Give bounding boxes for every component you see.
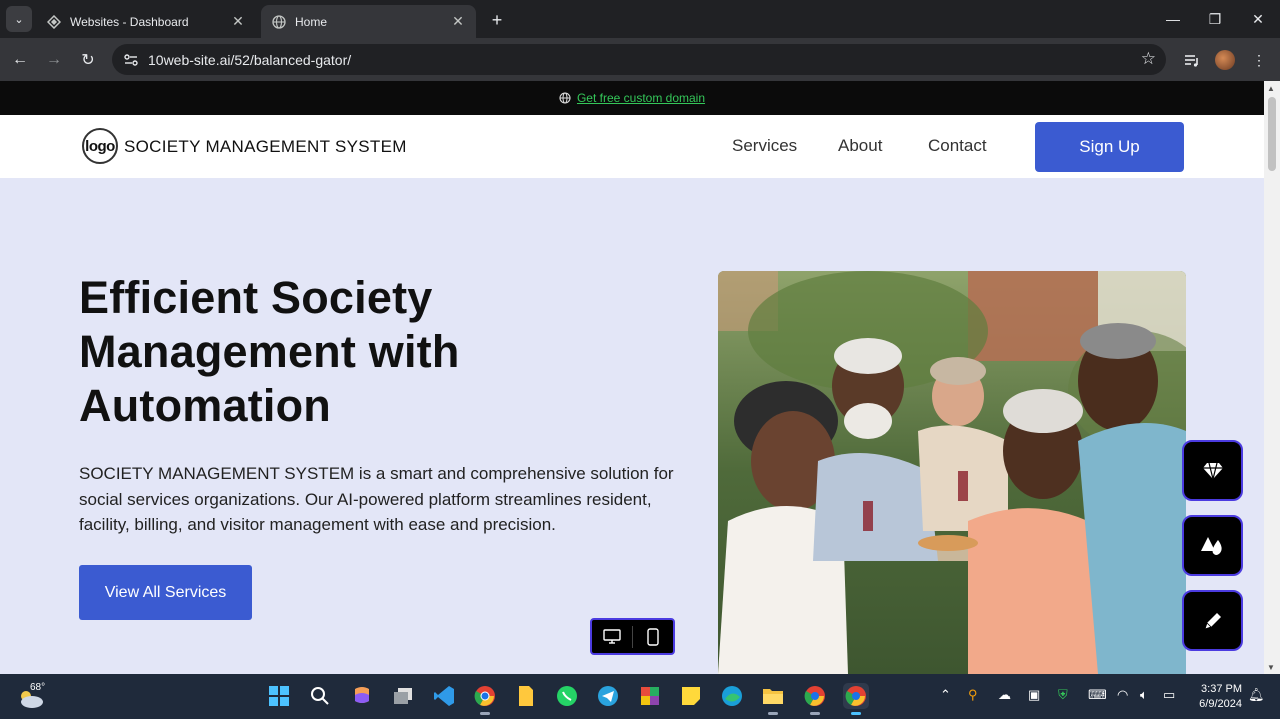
tab-home[interactable]: Home ✕ <box>261 5 476 38</box>
page-scrollbar[interactable]: ▲ ▼ <box>1264 81 1280 674</box>
minimize-icon[interactable]: — <box>1162 8 1184 30</box>
kebab-menu-icon[interactable]: ⋮ <box>1247 48 1271 72</box>
site-logo[interactable]: logo <box>82 128 118 164</box>
onedrive-cloud-icon[interactable]: ☁ <box>998 687 1011 703</box>
browser-tab-bar: ⌄ Websites - Dashboard ✕ Home ✕ + — ❐ ✕ <box>0 0 1280 38</box>
sign-up-button[interactable]: Sign Up <box>1035 122 1184 172</box>
search-tray-icon[interactable]: ⚲ <box>968 687 978 703</box>
battery-icon[interactable]: ▭ <box>1163 687 1175 703</box>
chrome-profile-icon[interactable] <box>802 683 828 715</box>
hero-title: Efficient Society Management with Automa… <box>79 272 460 431</box>
security-shield-icon[interactable]: ⛨ <box>1058 687 1068 703</box>
search-icon[interactable] <box>307 683 333 709</box>
system-clock[interactable]: 3:37 PM 6/9/2024 <box>1192 682 1242 712</box>
custom-domain-banner: Get free custom domain <box>0 81 1264 115</box>
hero-description: SOCIETY MANAGEMENT SYSTEM is a smart and… <box>79 464 674 534</box>
files-icon[interactable] <box>513 683 539 709</box>
bookmark-star-icon[interactable]: ☆ <box>1141 49 1156 69</box>
close-tab-icon[interactable]: ✕ <box>230 13 246 30</box>
whatsapp-icon[interactable] <box>554 683 580 709</box>
app-icon[interactable] <box>637 683 663 709</box>
hero-photo <box>718 271 1186 674</box>
url-text: 10web-site.ai/52/balanced-gator/ <box>148 51 352 68</box>
view-all-services-button[interactable]: View All Services <box>79 565 252 620</box>
diamond-icon[interactable] <box>1182 440 1243 501</box>
keyboard-icon[interactable]: ⌨ <box>1088 687 1107 703</box>
clock-date: 6/9/2024 <box>1199 698 1242 710</box>
task-view-icon[interactable] <box>390 683 416 709</box>
photos-tray-icon[interactable]: ▣ <box>1028 687 1040 703</box>
profile-avatar[interactable] <box>1213 48 1237 72</box>
back-arrow-icon[interactable]: ← <box>8 48 32 72</box>
site-name[interactable]: SOCIETY MANAGEMENT SYSTEM <box>124 137 407 157</box>
restore-icon[interactable]: ❐ <box>1204 8 1226 30</box>
desktop-icon[interactable] <box>592 620 632 653</box>
pencil-icon[interactable] <box>1182 590 1243 651</box>
close-tab-icon[interactable]: ✕ <box>450 13 466 30</box>
mobile-icon[interactable] <box>633 620 673 653</box>
page-viewport: Get free custom domain logo SOCIETY MANA… <box>0 81 1280 674</box>
tab-search-chevron-icon[interactable]: ⌄ <box>6 6 32 32</box>
address-bar[interactable]: 10web-site.ai/52/balanced-gator/ ☆ <box>112 44 1166 75</box>
scroll-thumb[interactable] <box>1268 97 1276 171</box>
media-queue-icon[interactable] <box>1180 48 1204 72</box>
10web-favicon-icon <box>46 14 62 30</box>
tab-title: Home <box>295 14 328 29</box>
chrome-active-icon[interactable] <box>843 683 869 715</box>
shapes-icon[interactable] <box>1182 515 1243 576</box>
site-info-icon[interactable] <box>116 48 146 72</box>
tab-title: Websites - Dashboard <box>70 14 189 29</box>
globe-icon <box>559 92 571 104</box>
telegram-icon[interactable] <box>595 683 621 709</box>
scroll-up-arrow-icon[interactable]: ▲ <box>1267 84 1275 93</box>
scroll-down-arrow-icon[interactable]: ▼ <box>1267 663 1275 672</box>
chrome-icon[interactable] <box>472 683 498 715</box>
site-header: logo SOCIETY MANAGEMENT SYSTEM Services … <box>0 115 1264 178</box>
reload-icon[interactable]: ↻ <box>76 48 100 72</box>
sticky-notes-icon[interactable] <box>678 683 704 709</box>
close-window-icon[interactable]: ✕ <box>1247 8 1269 30</box>
volume-icon[interactable]: 🔈︎ <box>1140 687 1148 703</box>
notification-bell-icon[interactable]: 🔔︎ <box>1248 687 1265 703</box>
clock-time: 3:37 PM <box>1201 683 1242 695</box>
nav-contact[interactable]: Contact <box>928 136 987 156</box>
windows-taskbar: 68° ⌃ ⚲ ☁ ▣ ⛨ ⌨ ◠ 🔈︎ ▭ 3:37 PM 6/9/2024 … <box>0 674 1280 719</box>
globe-favicon-icon <box>271 14 287 30</box>
show-hidden-icons-chevron-icon[interactable]: ⌃ <box>940 687 951 703</box>
browser-toolbar: ← → ↻ 10web-site.ai/52/balanced-gator/ ☆… <box>0 38 1280 81</box>
copilot-icon[interactable] <box>349 683 375 709</box>
weather-temperature: 68° <box>30 682 46 693</box>
nav-about[interactable]: About <box>838 136 882 156</box>
get-custom-domain-link[interactable]: Get free custom domain <box>577 91 705 105</box>
vscode-icon[interactable] <box>431 683 457 709</box>
tab-websites-dashboard[interactable]: Websites - Dashboard ✕ <box>36 5 256 38</box>
new-tab-plus-icon[interactable]: + <box>486 9 508 31</box>
nav-services[interactable]: Services <box>732 136 797 156</box>
forward-arrow-icon[interactable]: → <box>42 48 66 72</box>
edge-icon[interactable] <box>719 683 745 709</box>
file-explorer-icon[interactable] <box>760 683 786 715</box>
start-icon[interactable] <box>266 683 292 709</box>
wifi-icon[interactable]: ◠ <box>1117 687 1128 703</box>
device-preview-toggle <box>590 618 675 655</box>
